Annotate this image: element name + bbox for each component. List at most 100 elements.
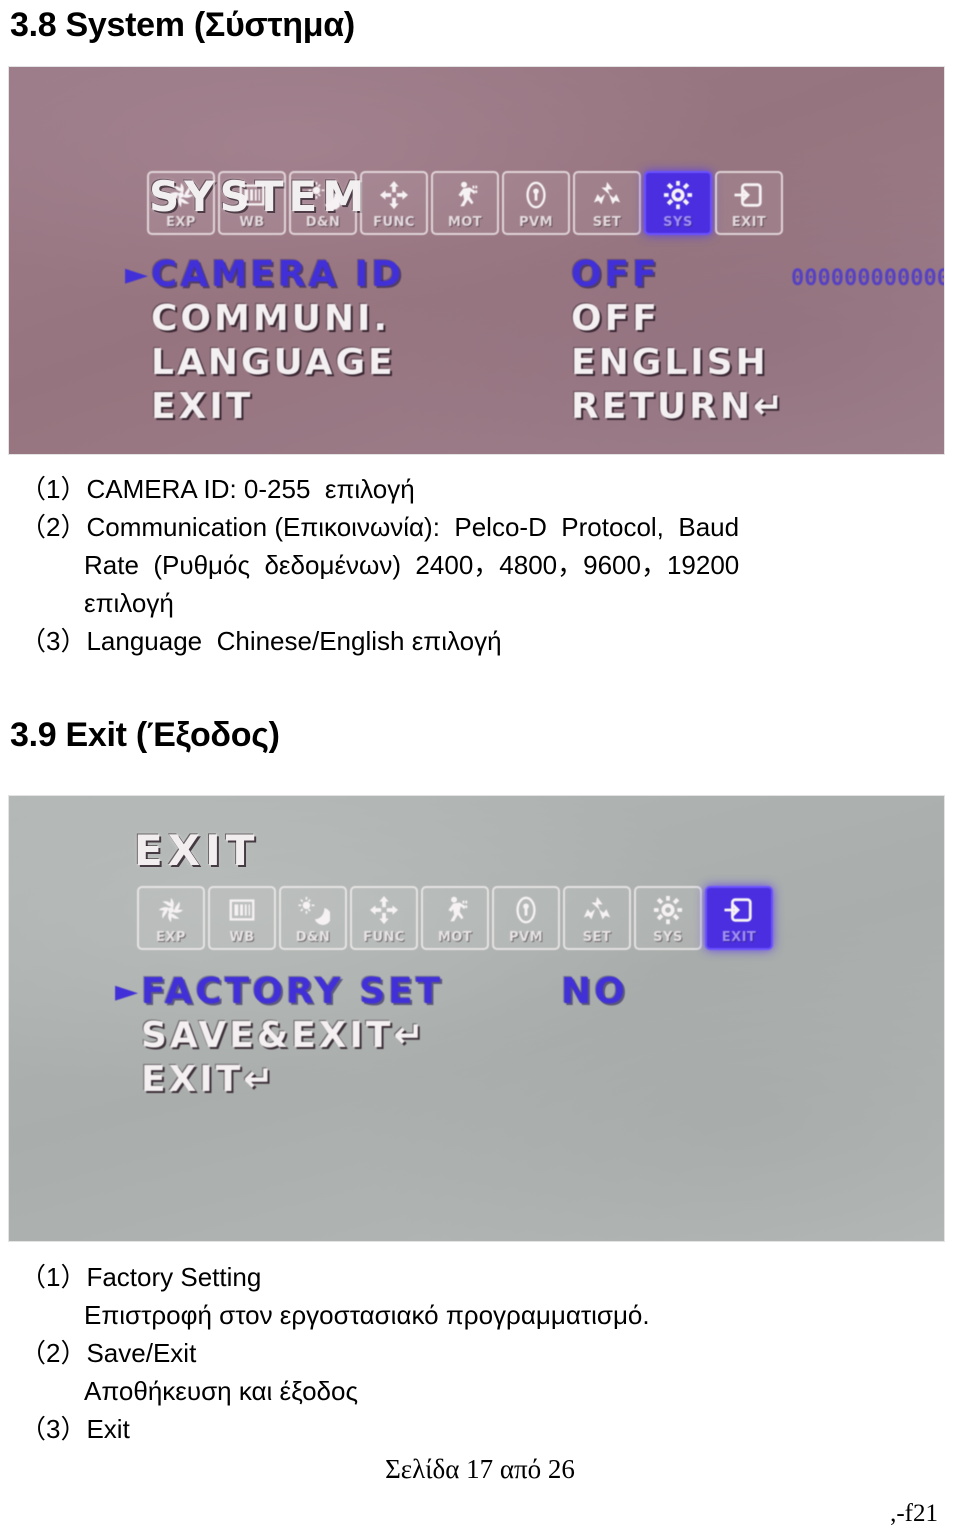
osd-icon-set[interactable]: SET [573, 171, 641, 235]
osd-icon-caption: MOT [437, 930, 473, 945]
body-line: （1）CAMERA ID: 0-255 επιλογή [20, 474, 415, 504]
osd-menu-row[interactable]: EXIT↵ [141, 1058, 628, 1102]
exposure-icon [150, 891, 192, 929]
osd-icon-exit[interactable]: EXIT [715, 171, 783, 235]
day-night-icon [302, 176, 344, 214]
osd-menu-value: RETURN↵ [571, 386, 787, 427]
body-line: επιλογή [84, 588, 174, 618]
osd-menu-row[interactable]: EXIT RETURN↵ [151, 385, 786, 429]
body-line: （3）Exit [20, 1414, 130, 1444]
system-icon [647, 891, 689, 929]
osd-icon-exp[interactable]: EXP [147, 171, 215, 235]
osd-icon-caption: PVM [518, 215, 554, 230]
osd-icon-sys[interactable]: SYS [634, 886, 702, 950]
exit-icon [718, 891, 760, 929]
osd-icon-caption: EXIT [731, 215, 767, 230]
osd-icon-exit[interactable]: EXIT [705, 886, 773, 950]
osd-menu-row[interactable]: ► CAMERA ID OFF 000000000000 [125, 253, 944, 297]
osd-title-exit: EXIT [134, 826, 260, 875]
body-line: （2）Communication (Επικοινωνία): Pelco-D … [20, 512, 740, 542]
body-text-system: （1）CAMERA ID: 0-255 επιλογή （2）Communicat… [20, 470, 739, 660]
osd-icon-mot[interactable]: MOT [431, 171, 499, 235]
motion-icon [434, 891, 476, 929]
osd-menu-label: COMMUNI. [151, 298, 391, 339]
osd-screenshot-exit: EXIT EXP WB D&N FUNC MOT PVM SET SYS EXIT ► FACTO… [8, 795, 945, 1242]
osd-menu-label: SAVE&EXIT↵ [141, 1015, 427, 1056]
osd-id-pattern: 000000000000 [791, 266, 945, 291]
selection-cursor-icon: ► [115, 974, 142, 1009]
system-icon [657, 176, 699, 214]
osd-icon-mot[interactable]: MOT [421, 886, 489, 950]
osd-icon-wb[interactable]: WB [218, 171, 286, 235]
body-line: Rate (Ρυθμός δεδομένων) 2400，4800，9600，1… [84, 550, 740, 580]
body-text-exit: （1）Factory Setting Επιστροφή στον εργοστα… [20, 1258, 650, 1448]
settings-icon [576, 891, 618, 929]
osd-icon-caption: EXIT [721, 930, 757, 945]
footer-page-number: Σελίδα 17 από 26 [385, 1454, 575, 1484]
osd-menu-label: FACTORY SET [141, 971, 444, 1012]
osd-icon-caption: SET [582, 930, 612, 945]
osd-icon-caption: D&N [305, 215, 341, 230]
osd-icon-caption: PVM [508, 930, 544, 945]
osd-icon-d-n[interactable]: D&N [279, 886, 347, 950]
footer-code: ,-f21 [890, 1500, 938, 1527]
body-line: （2）Save/Exit [20, 1338, 197, 1368]
osd-icon-caption: MOT [447, 215, 483, 230]
body-line: Επιστροφή στον εργοστασιακό προγραμματισ… [84, 1300, 650, 1330]
white-balance-icon [221, 891, 263, 929]
osd-icon-func[interactable]: FUNC [350, 886, 418, 950]
osd-icon-caption: SET [592, 215, 622, 230]
osd-icon-wb[interactable]: WB [208, 886, 276, 950]
osd-icon-sys[interactable]: SYS [644, 171, 712, 235]
osd-menu-value: NO [561, 971, 628, 1012]
osd-menu-label: EXIT [151, 386, 254, 427]
function-icon [363, 891, 405, 929]
osd-menu-row[interactable]: SAVE&EXIT↵ [141, 1014, 628, 1058]
motion-icon [444, 176, 486, 214]
osd-icon-caption: SYS [653, 930, 683, 945]
osd-menu-label: LANGUAGE [151, 342, 396, 383]
privacy-mask-icon [515, 176, 557, 214]
osd-icon-caption: WB [229, 930, 255, 945]
osd-menu-label: CAMERA ID [151, 254, 405, 295]
document-page: 3.8 System (Σύστημα) SYSTEM EXPWBD&NFUNC… [0, 0, 960, 1535]
osd-icon-caption: SYS [663, 215, 693, 230]
body-line: （1）Factory Setting [20, 1262, 262, 1292]
osd-icon-d-n[interactable]: D&N [289, 171, 357, 235]
osd-menu-label: EXIT↵ [141, 1059, 277, 1100]
page-title-exit: 3.9 Exit (Έξοδος) [10, 716, 280, 754]
osd-menu-system: ► CAMERA ID OFF 000000000000 COMMUNI. OFF LANG… [125, 253, 944, 429]
body-line: （3）Language Chinese/English επιλογή [20, 626, 502, 656]
osd-icon-pvm[interactable]: PVM [492, 886, 560, 950]
osd-menu-value: ENGLISH [571, 342, 769, 383]
selection-cursor-icon: ► [125, 257, 152, 292]
osd-icon-caption: FUNC [373, 215, 415, 230]
white-balance-icon [231, 176, 273, 214]
osd-icon-caption: EXP [156, 930, 186, 945]
osd-menu-value: OFF [571, 298, 660, 339]
osd-menu-exit: ► FACTORY SET NO SAVE&EXIT↵ EXIT↵ [115, 970, 628, 1102]
osd-screenshot-system: SYSTEM EXPWBD&NFUNCMOTPVMSETSYSEXIT ►CAM… [8, 66, 945, 455]
body-line: Αποθήκευση και έξοδος [84, 1376, 359, 1406]
osd-icon-pvm[interactable]: PVM [502, 171, 570, 235]
osd-icon-caption: FUNC [363, 930, 405, 945]
function-icon [373, 176, 415, 214]
day-night-icon [292, 891, 334, 929]
osd-icon-caption: WB [239, 215, 265, 230]
osd-icon-exp[interactable]: EXP [137, 886, 205, 950]
privacy-mask-icon [505, 891, 547, 929]
exit-icon [728, 176, 770, 214]
osd-menu-row[interactable]: COMMUNI. OFF [151, 297, 786, 341]
osd-menu-row[interactable]: LANGUAGE ENGLISH [151, 341, 786, 385]
settings-icon [586, 176, 628, 214]
osd-menu-row[interactable]: ► FACTORY SET NO [115, 970, 628, 1014]
exposure-icon [160, 176, 202, 214]
osd-icon-func[interactable]: FUNC [360, 171, 428, 235]
osd-icon-caption: EXP [166, 215, 196, 230]
page-title-system: 3.8 System (Σύστημα) [10, 6, 355, 44]
osd-menu-value: OFF [571, 254, 660, 295]
osd-icon-set[interactable]: SET [563, 886, 631, 950]
osd-icon-strip-system: EXP WB D&N FUNC MOT PVM SET SYS EXIT [147, 171, 783, 235]
osd-icon-strip-exit: EXP WB D&N FUNC MOT PVM SET SYS EXIT [137, 886, 773, 950]
osd-icon-caption: D&N [295, 930, 331, 945]
